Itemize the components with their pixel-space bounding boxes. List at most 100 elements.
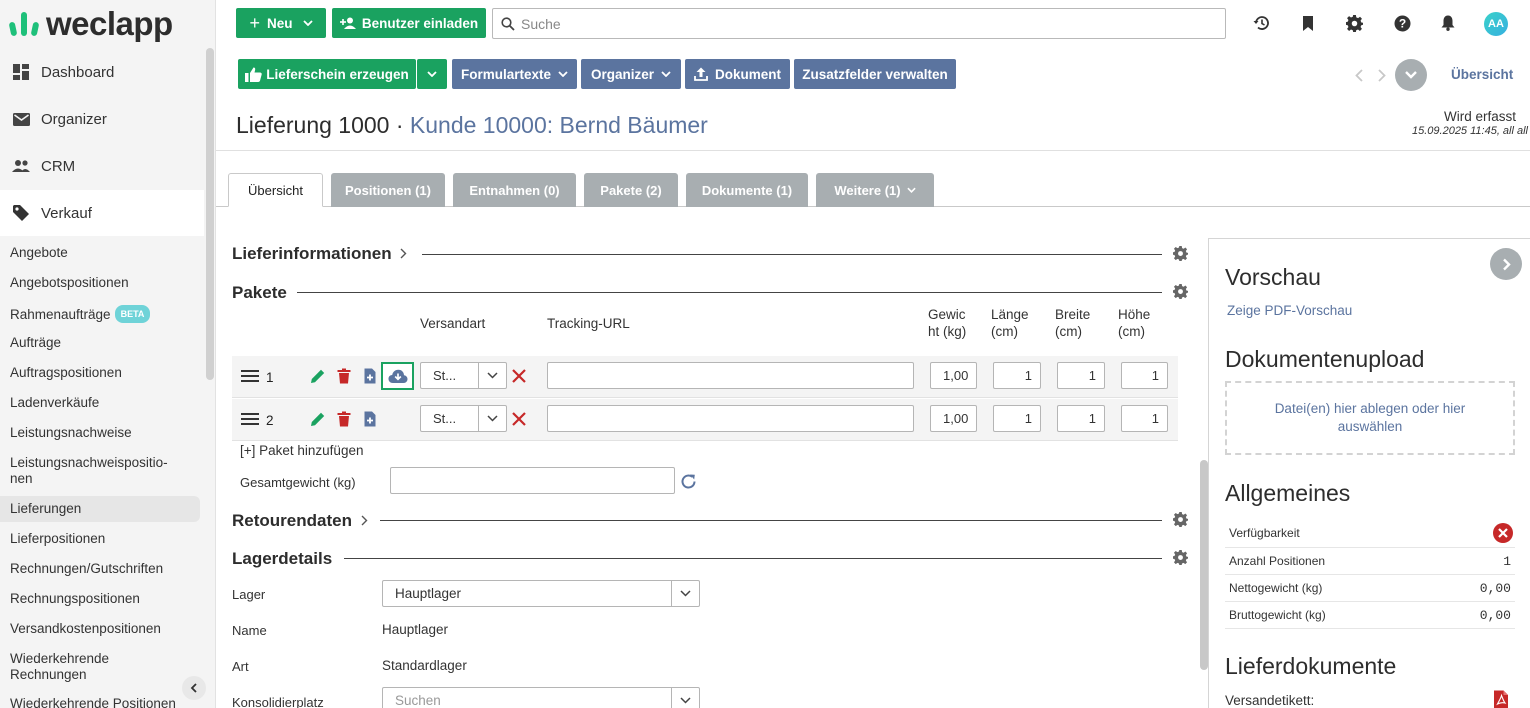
edit-icon[interactable] xyxy=(310,368,326,384)
sidebar-sub-auftraege[interactable]: Aufträge xyxy=(0,335,200,351)
gear-icon[interactable] xyxy=(1173,512,1188,527)
chevron-left-icon[interactable] xyxy=(1350,66,1368,84)
warehouse-select[interactable]: Hauptlager xyxy=(382,580,700,607)
weight-input[interactable]: 1,00 xyxy=(930,405,977,432)
sub-label: Angebote xyxy=(10,245,68,260)
shipping-select[interactable]: St... xyxy=(420,405,507,432)
refresh-icon[interactable] xyxy=(679,472,698,491)
sidebar-sub-wiederkehrende-positionen[interactable]: Wiederkehrende Positionen xyxy=(0,696,200,708)
tab-positions[interactable]: Positionen (1) xyxy=(331,173,445,207)
gross-weight-label: Bruttogewicht (kg) xyxy=(1229,608,1326,622)
drag-handle-icon[interactable] xyxy=(241,413,259,428)
width-input[interactable]: 1 xyxy=(1057,405,1105,432)
trash-icon[interactable] xyxy=(336,411,352,427)
net-weight-label: Nettogewicht (kg) xyxy=(1229,581,1323,595)
sidebar-sub-angebote[interactable]: Angebote xyxy=(0,245,200,261)
sidebar-sub-versandkostenpositionen[interactable]: Versandkostenpositionen xyxy=(0,621,200,637)
length-input[interactable]: 1 xyxy=(993,405,1041,432)
sidebar-sub-lieferungen[interactable]: Lieferungen xyxy=(0,496,200,522)
consolidation-select[interactable]: Suchen xyxy=(382,687,700,708)
height-input[interactable]: 1 xyxy=(1121,405,1168,432)
add-document-icon[interactable] xyxy=(362,368,378,384)
sidebar-sub-lieferpositionen[interactable]: Lieferpositionen xyxy=(0,531,200,547)
new-button[interactable]: + Neu xyxy=(236,8,326,38)
pdf-icon[interactable] xyxy=(1493,690,1509,708)
sidebar-sub-ladenverkaeufe[interactable]: Ladenverkäufe xyxy=(0,395,200,411)
gear-icon[interactable] xyxy=(1173,550,1188,565)
drag-handle-icon[interactable] xyxy=(241,370,259,385)
invite-user-button[interactable]: Benutzer einladen xyxy=(332,8,486,38)
length-input[interactable]: 1 xyxy=(993,362,1041,389)
shipping-select[interactable]: St... xyxy=(420,362,507,389)
tab-documents[interactable]: Dokumente (1) xyxy=(686,173,808,207)
search-box[interactable] xyxy=(492,8,1226,39)
bookmark-icon[interactable] xyxy=(1299,14,1317,32)
sidebar-sub-angebotspositionen[interactable]: Angebotspositionen xyxy=(0,275,200,291)
tab-packages[interactable]: Pakete (2) xyxy=(584,173,678,207)
sidebar-item-dashboard[interactable]: Dashboard xyxy=(0,49,204,95)
sidebar-sub-rechnungspositionen[interactable]: Rechnungspositionen xyxy=(0,591,200,607)
sidebar-sub-leistungsnachweise[interactable]: Leistungsnachweise xyxy=(0,425,200,441)
name-label: Name xyxy=(232,623,267,638)
overview-link[interactable]: Übersicht xyxy=(1451,67,1513,82)
expand-button[interactable] xyxy=(1395,59,1427,91)
tracking-url-input[interactable] xyxy=(547,405,914,432)
tracking-url-input[interactable] xyxy=(547,362,914,389)
tab-withdrawals[interactable]: Entnahmen (0) xyxy=(453,173,576,207)
sidebar-item-verkauf[interactable]: Verkauf xyxy=(0,190,204,236)
add-package-link[interactable]: [+] Paket hinzufügen xyxy=(240,443,363,458)
sidebar-sub-leistungsnachweispositionen[interactable]: Leistungsnachweispositio- nen xyxy=(0,455,200,487)
sidebar-scrollbar[interactable] xyxy=(206,48,214,380)
search-input[interactable] xyxy=(521,15,1171,32)
tab-overview[interactable]: Übersicht xyxy=(228,173,323,207)
help-icon[interactable]: ? xyxy=(1393,14,1411,32)
edit-icon[interactable] xyxy=(310,411,326,427)
clear-icon[interactable] xyxy=(511,411,527,427)
chevron-down-icon xyxy=(661,71,671,77)
section-delivery-info[interactable]: Lieferinformationen xyxy=(232,244,407,264)
avatar[interactable]: AA xyxy=(1484,12,1508,36)
chevron-right-icon[interactable] xyxy=(1373,66,1391,84)
sidebar-sub-rahmenauftraege[interactable]: Rahmenaufträge BETA xyxy=(0,305,200,323)
tab-label: Positionen (1) xyxy=(345,182,431,198)
form-texts-button[interactable]: Formulartexte xyxy=(452,59,577,89)
document-button[interactable]: Dokument xyxy=(685,59,790,89)
gear-icon[interactable] xyxy=(1173,246,1188,261)
cloud-download-button[interactable] xyxy=(381,362,414,390)
page-title-prefix: Lieferung 1000 · xyxy=(236,112,410,138)
preview-title: Vorschau xyxy=(1225,264,1321,290)
width-input[interactable]: 1 xyxy=(1057,362,1105,389)
pdf-preview-link[interactable]: Zeige PDF-Vorschau xyxy=(1227,303,1352,318)
create-delivery-note-button[interactable]: Lieferschein erzeugen xyxy=(238,59,416,89)
add-document-icon[interactable] xyxy=(362,411,378,427)
clear-icon[interactable] xyxy=(511,368,527,384)
organizer-button[interactable]: Organizer xyxy=(581,59,681,89)
sidebar-collapse-button[interactable] xyxy=(182,676,206,700)
document-dropzone[interactable]: Datei(en) hier ablegen oder hier auswähl… xyxy=(1225,381,1515,455)
sidebar-item-label: Verkauf xyxy=(41,204,92,222)
total-weight-input[interactable] xyxy=(390,467,675,494)
manage-extra-fields-button[interactable]: Zusatzfelder verwalten xyxy=(794,59,956,89)
gear-icon[interactable] xyxy=(1345,14,1363,32)
section-return-data[interactable]: Retourendaten xyxy=(232,511,368,531)
sidebar-item-label: Dashboard xyxy=(41,63,115,81)
bell-icon[interactable] xyxy=(1439,14,1457,32)
height-input[interactable]: 1 xyxy=(1121,362,1168,389)
sidebar-item-crm[interactable]: CRM xyxy=(0,143,204,189)
sidebar-sub-rechnungen[interactable]: Rechnungen/Gutschriften xyxy=(0,561,200,577)
main-scrollbar[interactable] xyxy=(1200,460,1208,670)
weight-input[interactable]: 1,00 xyxy=(930,362,977,389)
trash-icon[interactable] xyxy=(336,368,352,384)
sidebar-item-organizer[interactable]: Organizer xyxy=(0,96,204,142)
gear-icon[interactable] xyxy=(1173,284,1188,299)
customer-link[interactable]: Kunde 10000: Bernd Bäumer xyxy=(410,112,708,138)
warehouse-name-link[interactable]: Hauptlager xyxy=(382,622,448,637)
tab-more[interactable]: Weitere (1) xyxy=(816,173,934,207)
sidebar-sub-wiederkehrende-rechnungen[interactable]: Wiederkehrende Rechnungen xyxy=(0,651,200,683)
collapse-panel-button[interactable] xyxy=(1490,248,1522,280)
type-label: Art xyxy=(232,659,249,674)
delivery-note-dropdown-button[interactable] xyxy=(417,59,447,89)
sidebar-sub-auftragspositionen[interactable]: Auftragspositionen xyxy=(0,365,200,381)
history-icon[interactable] xyxy=(1252,14,1270,32)
logo[interactable]: weclapp xyxy=(8,5,173,42)
